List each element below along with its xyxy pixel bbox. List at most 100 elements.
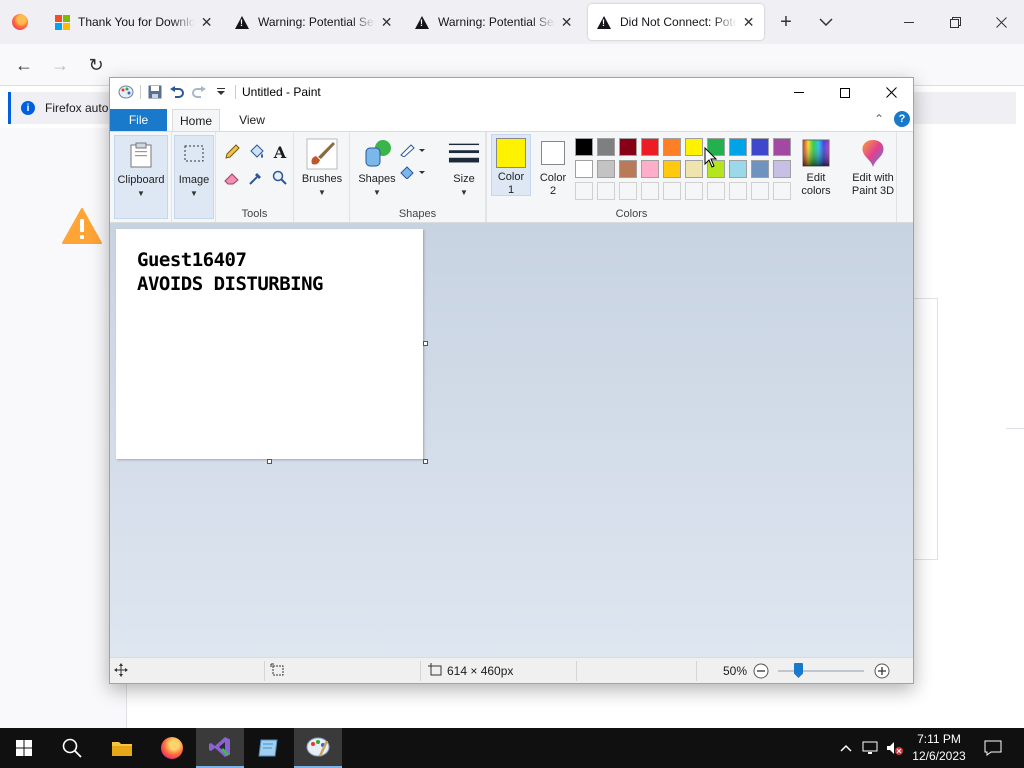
resize-handle-corner[interactable] — [423, 459, 428, 464]
new-tab-button[interactable]: + — [772, 8, 800, 36]
firefox-view-button[interactable] — [0, 0, 40, 44]
paint-minimize-button[interactable] — [776, 78, 822, 107]
image-button[interactable]: Image ▼ — [174, 135, 214, 219]
warning-icon — [596, 14, 612, 30]
reload-icon[interactable]: ↻ — [82, 51, 110, 79]
search-icon[interactable] — [48, 728, 96, 768]
close-tab-icon[interactable]: ✕ — [379, 14, 394, 30]
pencil-icon[interactable] — [222, 142, 242, 162]
palette-custom-slot[interactable] — [707, 182, 725, 200]
visual-studio-installer-icon[interactable] — [196, 728, 244, 768]
undo-icon[interactable] — [169, 84, 185, 100]
forward-arrow-icon[interactable]: → — [46, 51, 74, 79]
palette-custom-slot[interactable] — [619, 182, 637, 200]
palette-color-swatch[interactable] — [751, 160, 769, 178]
resize-handle-bottom[interactable] — [267, 459, 272, 464]
magnifier-icon[interactable] — [270, 168, 290, 188]
browser-restore-button[interactable] — [932, 0, 978, 44]
customize-qat-chevron-down-icon[interactable] — [213, 84, 229, 100]
taskbar-clock[interactable]: 7:11 PM 12/6/2023 — [906, 731, 972, 765]
palette-custom-slot[interactable] — [597, 182, 615, 200]
save-icon[interactable] — [147, 84, 163, 100]
paint-close-button[interactable] — [868, 78, 914, 107]
canvas-workspace[interactable]: Guest16407 AVOIDS DISTURBING — [110, 223, 913, 657]
tab-thank-you[interactable]: Thank You for Downloading ✕ — [46, 4, 222, 40]
paint-app-icon[interactable] — [118, 84, 134, 100]
color-picker-icon[interactable] — [246, 168, 266, 188]
redo-icon[interactable] — [191, 84, 207, 100]
edit-with-paint3d-button[interactable]: Edit with Paint 3D — [846, 137, 900, 198]
tab-view[interactable]: View — [230, 109, 274, 131]
brushes-button[interactable]: Brushes ▼ — [298, 138, 346, 199]
eraser-icon[interactable] — [222, 168, 242, 188]
palette-color-swatch[interactable] — [619, 160, 637, 178]
start-button[interactable] — [0, 728, 48, 768]
palette-color-swatch[interactable] — [641, 138, 659, 156]
palette-color-swatch[interactable] — [597, 160, 615, 178]
notepad-icon[interactable] — [244, 728, 292, 768]
notifications-icon[interactable] — [978, 728, 1008, 768]
palette-custom-slot[interactable] — [751, 182, 769, 200]
browser-close-button[interactable] — [978, 0, 1024, 44]
close-tab-icon[interactable]: ✕ — [741, 14, 756, 30]
palette-custom-slot[interactable] — [685, 182, 703, 200]
palette-custom-slot[interactable] — [641, 182, 659, 200]
palette-color-swatch[interactable] — [575, 160, 593, 178]
close-tab-icon[interactable]: ✕ — [199, 14, 214, 30]
fill-dropdown[interactable] — [398, 162, 428, 182]
shapes-button[interactable]: Shapes ▼ — [354, 138, 400, 199]
microsoft-logo-icon — [54, 14, 70, 30]
palette-custom-slot[interactable] — [663, 182, 681, 200]
firefox-taskbar-icon[interactable] — [148, 728, 196, 768]
drawing-canvas[interactable]: Guest16407 AVOIDS DISTURBING — [116, 229, 423, 459]
palette-custom-slot[interactable] — [575, 182, 593, 200]
color1-button[interactable]: Color 1 — [491, 134, 531, 196]
show-hidden-icons-chevron-up-icon[interactable] — [836, 728, 856, 768]
clipboard-button[interactable]: Clipboard ▼ — [114, 135, 168, 219]
brushes-group: Brushes ▼ — [294, 132, 350, 222]
palette-color-swatch[interactable] — [575, 138, 593, 156]
palette-color-swatch[interactable] — [685, 138, 703, 156]
zoom-slider-thumb[interactable] — [794, 663, 803, 678]
palette-color-swatch[interactable] — [663, 138, 681, 156]
network-icon[interactable] — [860, 728, 882, 768]
edit-colors-button[interactable]: Edit colors — [797, 137, 835, 198]
paint-maximize-button[interactable] — [822, 78, 868, 107]
close-tab-icon[interactable]: ✕ — [559, 14, 574, 30]
palette-color-swatch[interactable] — [685, 160, 703, 178]
color2-button[interactable]: Color 2 — [535, 137, 571, 198]
palette-color-swatch[interactable] — [751, 138, 769, 156]
zoom-in-icon[interactable] — [874, 663, 890, 682]
tab-title: Did Not Connect: Potential Security Issu… — [620, 15, 738, 29]
outline-dropdown[interactable] — [398, 140, 428, 160]
size-button[interactable]: Size ▼ — [442, 138, 486, 199]
back-arrow-icon[interactable]: ← — [10, 51, 38, 79]
fill-bucket-icon[interactable] — [246, 142, 266, 162]
tab-warning-1[interactable]: Warning: Potential Security Risk Ahead ✕ — [226, 4, 402, 40]
paint-taskbar-icon[interactable] — [294, 728, 342, 768]
tab-home[interactable]: Home — [172, 109, 220, 131]
zoom-slider-track[interactable] — [778, 670, 864, 672]
palette-custom-slot[interactable] — [729, 182, 747, 200]
minimize-ribbon-chevron-up-icon[interactable]: ⌃ — [874, 112, 884, 126]
resize-handle-right[interactable] — [423, 341, 428, 346]
palette-color-swatch[interactable] — [641, 160, 659, 178]
volume-muted-icon[interactable] — [884, 728, 906, 768]
file-menu-button[interactable]: File — [110, 109, 167, 131]
help-icon[interactable]: ? — [894, 111, 910, 127]
palette-color-swatch[interactable] — [597, 138, 615, 156]
tab-did-not-connect[interactable]: Did Not Connect: Potential Security Issu… — [588, 4, 764, 40]
palette-color-swatch[interactable] — [773, 160, 791, 178]
text-tool-icon[interactable]: A — [270, 142, 290, 162]
palette-color-swatch[interactable] — [729, 138, 747, 156]
tab-warning-2[interactable]: Warning: Potential Security Risk Ahead ✕ — [406, 4, 582, 40]
zoom-out-icon[interactable] — [753, 663, 769, 682]
file-explorer-icon[interactable] — [98, 728, 146, 768]
browser-minimize-button[interactable] — [886, 0, 932, 44]
palette-color-swatch[interactable] — [663, 160, 681, 178]
palette-custom-slot[interactable] — [773, 182, 791, 200]
palette-color-swatch[interactable] — [619, 138, 637, 156]
palette-color-swatch[interactable] — [773, 138, 791, 156]
palette-color-swatch[interactable] — [729, 160, 747, 178]
list-all-tabs-chevron-down-icon[interactable] — [812, 8, 840, 36]
